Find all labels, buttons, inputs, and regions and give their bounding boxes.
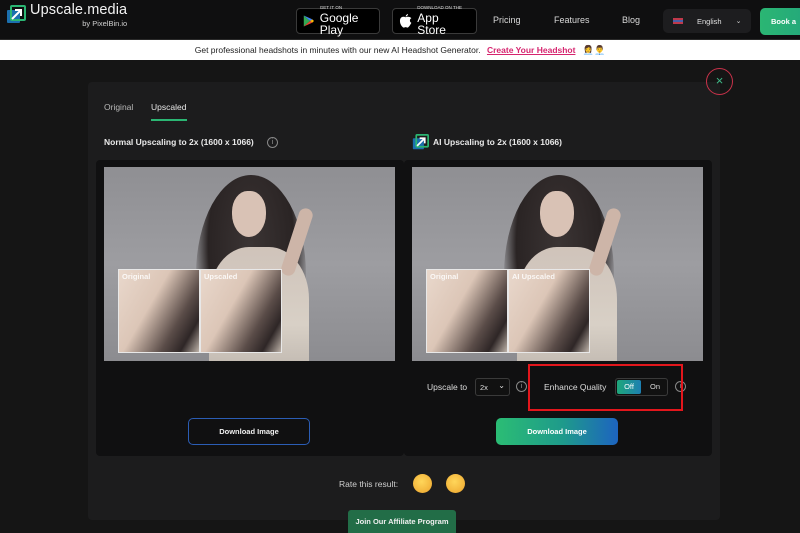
tab-original[interactable]: Original (104, 102, 133, 112)
info-icon[interactable]: i (267, 137, 278, 148)
create-headshot-link[interactable]: Create Your Headshot (487, 45, 576, 55)
ai-upscaled-image: Original AI Upscaled (412, 167, 703, 361)
chevron-down-icon: ⌄ (498, 381, 505, 390)
active-tab-indicator (151, 119, 187, 121)
ai-upscale-title: AI Upscaling to 2x (1600 x 1066) (433, 137, 562, 147)
top-navbar: Upscale.media by PixelBin.io GET IT ON G… (0, 0, 800, 40)
download-normal-button[interactable]: Download Image (188, 418, 310, 445)
google-play-button[interactable]: GET IT ON Google Play (296, 6, 380, 37)
promo-banner: Get professional headshots in minutes wi… (0, 40, 800, 60)
zoom-label-original: Original (122, 272, 151, 281)
uk-flag-icon (673, 18, 683, 24)
language-selector[interactable]: English ⌄ (663, 9, 751, 33)
nav-blog[interactable]: Blog (622, 15, 640, 25)
chevron-down-icon: ⌄ (735, 18, 742, 25)
zoom-label-ai-upscaled: AI Upscaled (512, 272, 555, 281)
happy-face-icon[interactable] (446, 474, 465, 493)
annotation-highlight-box (528, 364, 683, 411)
upscale-factor-value: 2x (480, 383, 488, 392)
logo-tagline: by PixelBin.io (82, 18, 128, 28)
tab-upscaled[interactable]: Upscaled (151, 102, 186, 112)
nav-features[interactable]: Features (554, 15, 590, 25)
close-icon[interactable]: × (706, 68, 733, 95)
banner-text: Get professional headshots in minutes wi… (194, 45, 481, 55)
app-store-button[interactable]: Download on the App Store (392, 6, 477, 37)
zoom-label-original: Original (430, 272, 459, 281)
rate-result-label: Rate this result: (339, 479, 399, 489)
info-icon[interactable]: i (516, 381, 527, 392)
affiliate-program-button[interactable]: Join Our Affiliate Program (348, 510, 456, 533)
book-demo-button[interactable]: Book a (760, 8, 800, 35)
ai-upscale-logo-icon (412, 134, 429, 150)
headshot-icons: 👩‍💼👨‍💼 (582, 45, 606, 55)
upscale-logo-icon (7, 5, 26, 23)
google-play-icon (303, 15, 314, 27)
sad-face-icon[interactable] (413, 474, 432, 493)
normal-upscaled-image: Original Upscaled (104, 167, 395, 361)
download-ai-button[interactable]: Download Image (496, 418, 618, 445)
logo-name: Upscale.media (30, 2, 128, 18)
language-label: English (697, 16, 722, 26)
zoom-original-crop: Original (118, 269, 200, 353)
zoom-original-crop: Original (426, 269, 508, 353)
upscale-factor-select[interactable]: 2x ⌄ (475, 378, 510, 396)
logo[interactable]: Upscale.media by PixelBin.io (6, 3, 127, 27)
apple-icon (399, 13, 412, 28)
google-play-big: Google Play (319, 10, 359, 37)
nav-pricing[interactable]: Pricing (493, 15, 521, 25)
normal-upscale-title: Normal Upscaling to 2x (1600 x 1066) (104, 137, 254, 147)
zoom-label-upscaled: Upscaled (204, 272, 238, 281)
app-store-big: App Store (417, 10, 446, 37)
zoom-ai-upscaled-crop: AI Upscaled (508, 269, 590, 353)
upscale-to-label: Upscale to (427, 382, 468, 392)
zoom-upscaled-crop: Upscaled (200, 269, 282, 353)
